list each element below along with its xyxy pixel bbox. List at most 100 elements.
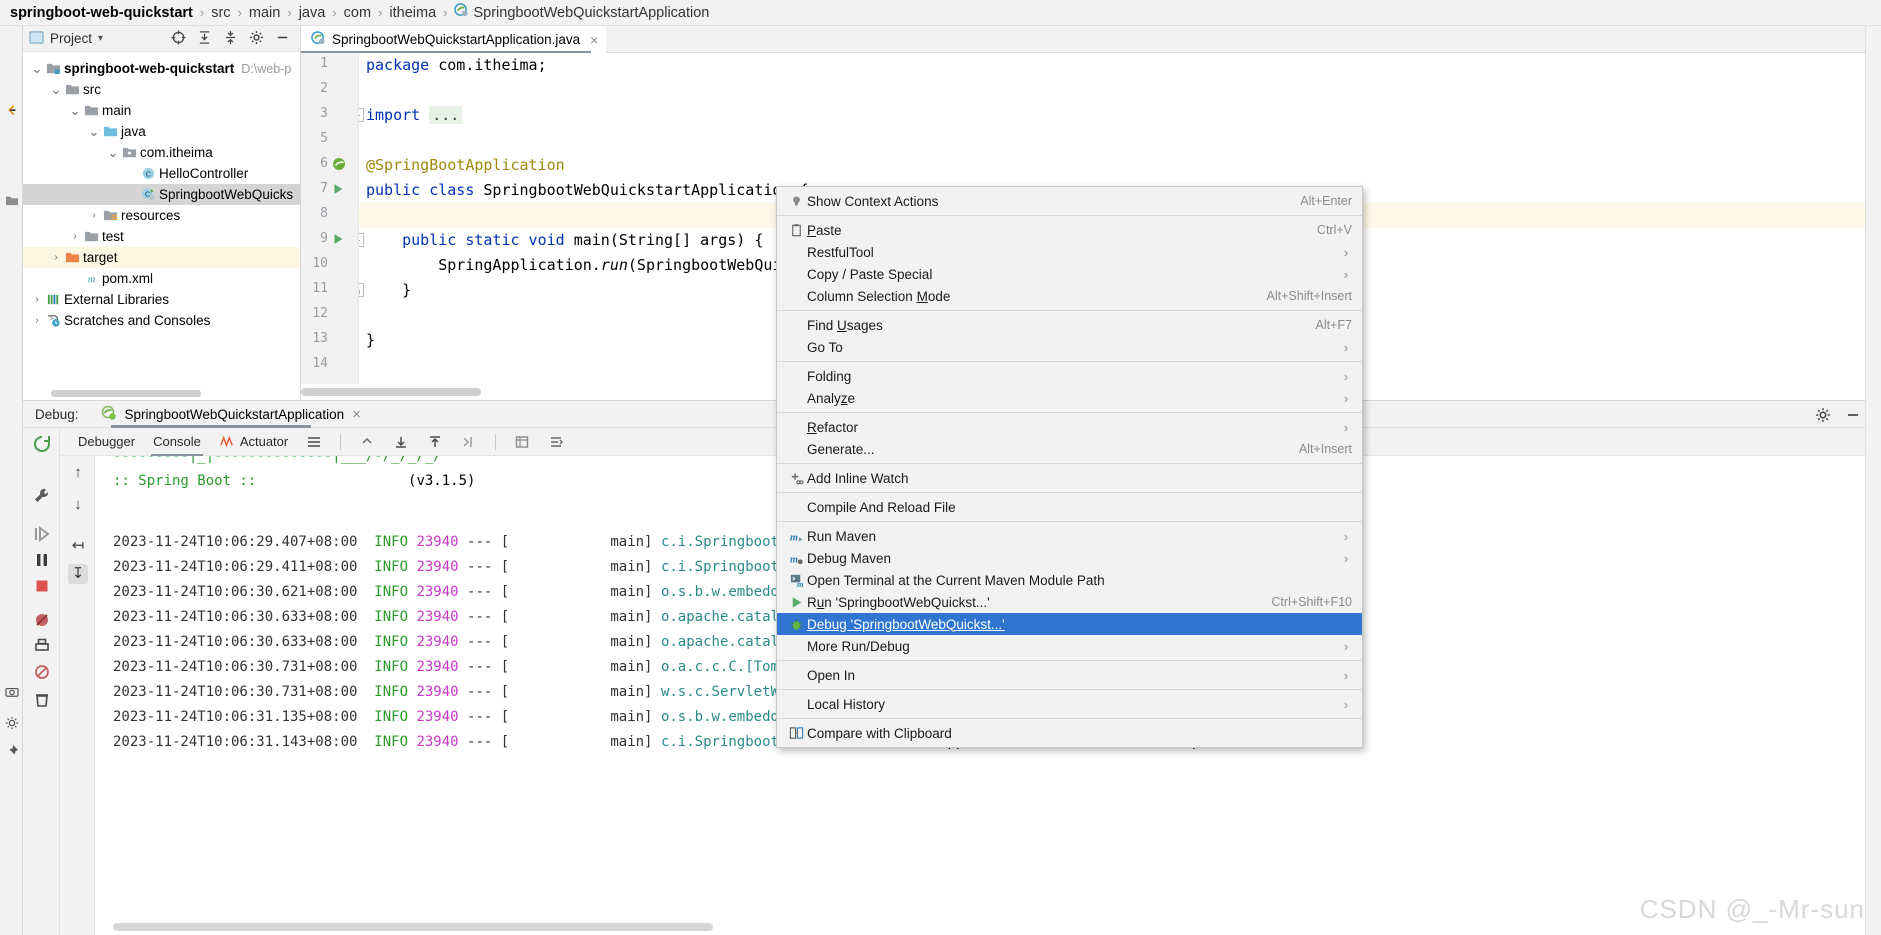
menu-item-paste[interactable]: Paste Ctrl+V: [777, 219, 1362, 241]
tree-node-resources[interactable]: › resources: [23, 205, 300, 226]
close-icon[interactable]: ×: [352, 406, 361, 423]
run-gutter-icon[interactable]: [331, 182, 347, 198]
settings-gear-icon[interactable]: [249, 30, 264, 48]
hide-panel-icon[interactable]: [275, 30, 290, 48]
leetcode-icon[interactable]: [5, 104, 19, 118]
minimize-icon[interactable]: [1845, 407, 1861, 426]
breadcrumb-item-1[interactable]: src: [211, 5, 230, 21]
expand-all-icon[interactable]: [197, 30, 212, 48]
menu-item-analyze[interactable]: Analyze ›: [777, 387, 1362, 409]
menu-item-generate[interactable]: Generate... Alt+Insert: [777, 438, 1362, 460]
chevron-right-icon[interactable]: ›: [48, 252, 64, 263]
breadcrumb-item-3[interactable]: java: [299, 5, 326, 21]
menu-item-compare-with-clipboard[interactable]: Compare with Clipboard: [777, 722, 1362, 744]
step-down-icon[interactable]: ↓: [68, 496, 88, 516]
fold-collapse-icon[interactable]: −: [359, 233, 364, 247]
menu-item-folding[interactable]: Folding ›: [777, 365, 1362, 387]
locate-icon[interactable]: [171, 29, 186, 48]
tree-node-pom-xml[interactable]: m pom.xml: [23, 268, 300, 289]
trash-icon[interactable]: [32, 690, 52, 710]
menu-item-more-run-debug[interactable]: More Run/Debug ›: [777, 635, 1362, 657]
debug-session-tab[interactable]: SpringbootWebQuickstartApplication: [125, 407, 345, 422]
menu-item-run-maven[interactable]: m Run Maven ›: [777, 525, 1362, 547]
settings-gear-icon[interactable]: [1815, 407, 1831, 426]
project-folder-icon[interactable]: [5, 194, 19, 208]
tree-node-springbootwebquicks[interactable]: C SpringbootWebQuicks: [23, 184, 300, 205]
chevron-right-icon[interactable]: ›: [86, 210, 102, 221]
menu-item-debug-springbootwebquickst[interactable]: Debug 'SpringbootWebQuickst...': [777, 613, 1362, 635]
menu-item-show-context-actions[interactable]: Show Context Actions Alt+Enter: [777, 190, 1362, 212]
settings-gear-icon[interactable]: [5, 716, 19, 730]
debug-tab-console[interactable]: Console: [151, 434, 203, 456]
chevron-right-icon[interactable]: ›: [67, 231, 83, 242]
menu-item-open-in[interactable]: Open In ›: [777, 664, 1362, 686]
menu-item-run-springbootwebquickst[interactable]: Run 'SpringbootWebQuickst...' Ctrl+Shift+…: [777, 591, 1362, 613]
fold-end-icon[interactable]: ⌂: [359, 283, 364, 297]
debug-tab-actuator[interactable]: Actuator: [240, 434, 288, 449]
debug-tab-debugger[interactable]: Debugger: [78, 434, 135, 449]
bookmark-camera-icon[interactable]: [5, 686, 19, 700]
menu-item-go-to[interactable]: Go To ›: [777, 336, 1362, 358]
tree-node-com-itheima[interactable]: ⌄ com.itheima: [23, 142, 300, 163]
scroll-up-icon[interactable]: [359, 434, 375, 450]
menu-item-find-usages[interactable]: Find Usages Alt+F7: [777, 314, 1362, 336]
mute-breakpoints-icon[interactable]: [32, 610, 52, 630]
chevron-down-icon[interactable]: ▾: [98, 33, 103, 44]
fold-expand-icon[interactable]: +: [359, 108, 364, 122]
pause-icon[interactable]: [32, 550, 52, 570]
tree-node-hellocontroller[interactable]: C HelloController: [23, 163, 300, 184]
project-panel-scrollbar[interactable]: [51, 390, 201, 397]
project-panel-title[interactable]: Project: [50, 31, 92, 46]
tree-node-external-libraries[interactable]: › External Libraries: [23, 289, 300, 310]
tree-node-test[interactable]: › test: [23, 226, 300, 247]
scroll-end-icon[interactable]: [461, 434, 477, 450]
print-icon[interactable]: [32, 636, 52, 656]
tree-node-target[interactable]: › target: [23, 247, 300, 268]
scroll-to-end-icon[interactable]: ↤: [68, 536, 88, 556]
chevron-down-icon[interactable]: ⌄: [67, 103, 83, 119]
breadcrumb-item-2[interactable]: main: [249, 5, 280, 21]
scroll-top-icon[interactable]: [427, 434, 443, 450]
breadcrumb-item-4[interactable]: com: [344, 5, 371, 21]
menu-item-copy-paste-special[interactable]: Copy / Paste Special ›: [777, 263, 1362, 285]
scrollbar-thumb[interactable]: [301, 388, 481, 396]
stop-icon[interactable]: [32, 576, 52, 596]
editor-gutter[interactable]: 1 2 3 5 6 7 8 9 10 11 12 13 14: [301, 53, 359, 384]
scroll-down-icon[interactable]: [393, 434, 409, 450]
soft-wrap-icon[interactable]: [306, 434, 322, 450]
chevron-down-icon[interactable]: ⌄: [29, 61, 45, 77]
chevron-down-icon[interactable]: ⌄: [48, 82, 64, 98]
tree-node-src[interactable]: ⌄ src: [23, 79, 300, 100]
chevron-right-icon[interactable]: ›: [29, 315, 45, 326]
rerun-icon[interactable]: [32, 434, 52, 454]
wrench-icon[interactable]: [32, 486, 52, 506]
tree-node-scratches-and-consoles[interactable]: › > Scratches and Consoles: [23, 310, 300, 331]
menu-item-debug-maven[interactable]: m Debug Maven ›: [777, 547, 1362, 569]
breadcrumb-item-5[interactable]: itheima: [389, 5, 436, 21]
menu-item-restfultool[interactable]: RestfulTool ›: [777, 241, 1362, 263]
menu-item-local-history[interactable]: Local History ›: [777, 693, 1362, 715]
settings-icon[interactable]: [548, 434, 564, 450]
menu-item-refactor[interactable]: Refactor ›: [777, 416, 1362, 438]
collapse-all-icon[interactable]: [223, 30, 238, 48]
breakpoints-off-icon[interactable]: [32, 662, 52, 682]
menu-item-column-selection-mode[interactable]: Column Selection Mode Alt+Shift+Insert: [777, 285, 1362, 307]
chevron-down-icon[interactable]: ⌄: [105, 145, 121, 161]
editor-tab[interactable]: SpringbootWebQuickstartApplication.java …: [301, 26, 607, 53]
menu-item-add-inline-watch[interactable]: Add Inline Watch: [777, 467, 1362, 489]
spring-bean-icon[interactable]: [331, 156, 347, 172]
step-up-icon[interactable]: ↑: [68, 464, 88, 484]
soft-wrap-icon[interactable]: ↧: [68, 564, 88, 584]
run-gutter-icon[interactable]: [331, 232, 347, 248]
breadcrumb-item-6[interactable]: SpringbootWebQuickstartApplication: [473, 5, 709, 21]
console-horizontal-scrollbar[interactable]: [113, 923, 713, 931]
menu-item-compile-and-reload-file[interactable]: Compile And Reload File: [777, 496, 1362, 518]
tree-node-java[interactable]: ⌄ java: [23, 121, 300, 142]
tree-node-main[interactable]: ⌄ main: [23, 100, 300, 121]
chevron-right-icon[interactable]: ›: [29, 294, 45, 305]
close-icon[interactable]: ×: [590, 32, 598, 48]
tree-node-springboot-web-quickstart[interactable]: ⌄ springboot-web-quickstart D:\web-p: [23, 58, 300, 79]
menu-item-open-terminal-at-the-current-maven-module-path[interactable]: m Open Terminal at the Current Maven Modu…: [777, 569, 1362, 591]
chevron-down-icon[interactable]: ⌄: [86, 124, 102, 140]
print-icon[interactable]: [514, 434, 530, 450]
